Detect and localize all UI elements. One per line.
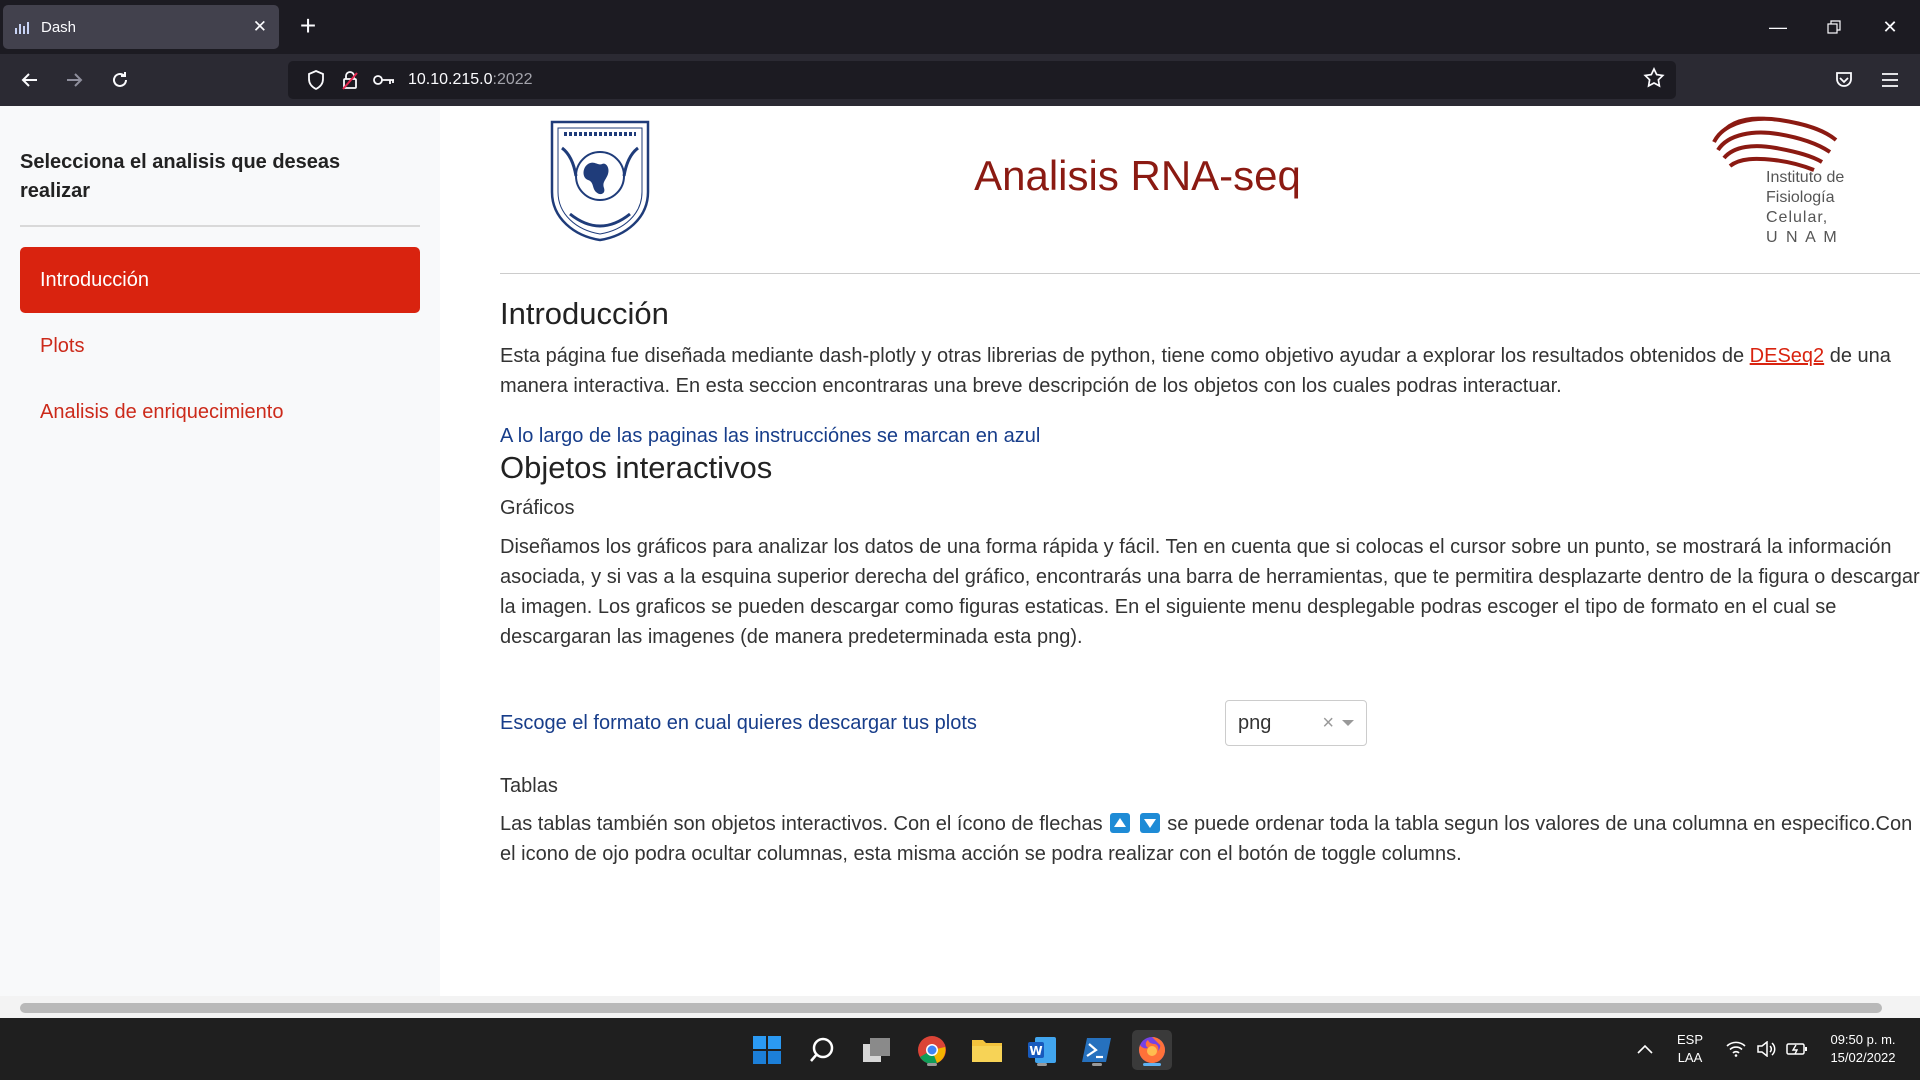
new-tab-button[interactable]: + <box>292 11 324 43</box>
wifi-icon[interactable] <box>1722 1018 1750 1080</box>
insecure-lock-icon[interactable] <box>336 66 364 94</box>
intro-text: Esta página fue diseñada mediante dash-p… <box>500 345 1750 367</box>
ifc-line: Fisiología <box>1766 189 1835 206</box>
sidebar-divider <box>20 225 420 227</box>
ifc-line: Instituto de <box>1766 169 1845 186</box>
word-icon[interactable]: W <box>1022 1030 1062 1070</box>
page-title: Analisis RNA-seq <box>974 152 1301 199</box>
browser-tabbar: Dash ✕ + — ✕ <box>0 0 1920 54</box>
menu-icon[interactable] <box>1872 62 1908 98</box>
battery-icon[interactable] <box>1782 1018 1812 1080</box>
horizontal-scrollbar[interactable] <box>0 996 1920 1018</box>
sidebar-item-enriquecimiento[interactable]: Analisis de enriquecimiento <box>20 379 420 445</box>
sidebar-title: Selecciona el analisis que deseas realiz… <box>20 151 341 202</box>
deseq2-link[interactable]: DESeq2 <box>1750 345 1825 367</box>
ifc-line: Celular, <box>1766 209 1829 226</box>
running-indicator <box>927 1063 937 1066</box>
ifc-logo-text: Instituto de Fisiología Celular, U N A M <box>1766 168 1858 248</box>
sidebar: Selecciona el analisis que deseas realiz… <box>0 106 440 1018</box>
chevron-down-icon[interactable] <box>1342 720 1354 726</box>
browser-navbar: 10.10.215.0:2022 <box>0 54 1920 106</box>
ifc-line: U N A M <box>1766 229 1839 246</box>
chrome-icon[interactable] <box>912 1030 952 1070</box>
restore-icon[interactable] <box>1806 0 1862 54</box>
shield-icon[interactable] <box>302 66 330 94</box>
tables-text: Las tablas también son objetos interacti… <box>500 813 1109 835</box>
format-dropdown[interactable]: png × <box>1225 700 1367 746</box>
minimize-icon[interactable]: — <box>1750 0 1806 54</box>
clear-icon[interactable]: × <box>1322 712 1334 735</box>
sidebar-item-introduccion[interactable]: Introducción <box>20 247 420 313</box>
running-indicator <box>1037 1063 1047 1066</box>
dash-favicon-icon <box>15 20 31 34</box>
bookmark-star-icon[interactable] <box>1642 66 1666 95</box>
graphs-heading: Gráficos <box>500 497 575 519</box>
key-icon[interactable] <box>370 66 398 94</box>
intro-paragraph: Esta página fue diseñada mediante dash-p… <box>500 341 1920 401</box>
task-view-icon[interactable] <box>857 1030 897 1070</box>
search-icon[interactable] <box>802 1030 842 1070</box>
format-label: Escoge el formato en cual quieres descar… <box>500 712 977 734</box>
sidebar-item-plots[interactable]: Plots <box>20 313 420 379</box>
pocket-icon[interactable] <box>1826 62 1862 98</box>
clock[interactable]: 09:50 p. m. 15/02/2022 <box>1816 1018 1910 1080</box>
firefox-icon[interactable] <box>1132 1030 1172 1070</box>
close-window-icon[interactable]: ✕ <box>1862 0 1918 54</box>
sort-down-icon <box>1139 813 1160 833</box>
scrollbar-thumb[interactable] <box>20 1003 1882 1013</box>
svg-text:W: W <box>1029 1044 1042 1058</box>
running-indicator <box>1092 1063 1102 1066</box>
chevron-up-icon[interactable] <box>1630 1018 1660 1080</box>
language-indicator[interactable]: ESP LAA <box>1670 1018 1710 1080</box>
running-indicator <box>1143 1063 1161 1066</box>
clock-time: 09:50 p. m. <box>1830 1032 1896 1047</box>
tables-paragraph: Las tablas también son objetos interacti… <box>500 809 1920 869</box>
lang-bottom: LAA <box>1677 1050 1703 1065</box>
windows-taskbar: W ESP LAA 09:50 p. m. 15/02/2022 <box>0 1018 1920 1080</box>
url-bar[interactable]: 10.10.215.0:2022 <box>288 61 1676 99</box>
tables-heading: Tablas <box>500 775 558 797</box>
intro-heading: Introducción <box>500 296 669 331</box>
back-icon[interactable] <box>12 62 48 98</box>
url-host: 10.10.215.0 <box>408 71 493 88</box>
page: Selecciona el analisis que deseas realiz… <box>0 106 1920 1018</box>
objects-heading: Objetos interactivos <box>500 450 773 485</box>
format-dropdown-value: png <box>1238 711 1272 734</box>
powershell-icon[interactable] <box>1077 1030 1117 1070</box>
reload-icon[interactable] <box>102 62 138 98</box>
windows-start-icon[interactable] <box>747 1030 787 1070</box>
instruction-note: A lo largo de las paginas las instrucció… <box>500 425 1041 447</box>
close-tab-icon[interactable]: ✕ <box>253 17 267 37</box>
tab-title: Dash <box>41 18 77 36</box>
sort-up-icon <box>1110 813 1131 833</box>
browser-tab[interactable]: Dash ✕ <box>3 5 279 49</box>
forward-icon[interactable] <box>56 62 92 98</box>
graphs-paragraph: Diseñamos los gráficos para analizar los… <box>500 536 1920 648</box>
header-divider <box>500 273 1920 274</box>
url-port: :2022 <box>492 71 533 88</box>
lang-top: ESP <box>1676 1032 1703 1047</box>
volume-icon[interactable] <box>1752 1018 1780 1080</box>
file-explorer-icon[interactable] <box>967 1030 1007 1070</box>
clock-date: 15/02/2022 <box>1830 1050 1896 1065</box>
